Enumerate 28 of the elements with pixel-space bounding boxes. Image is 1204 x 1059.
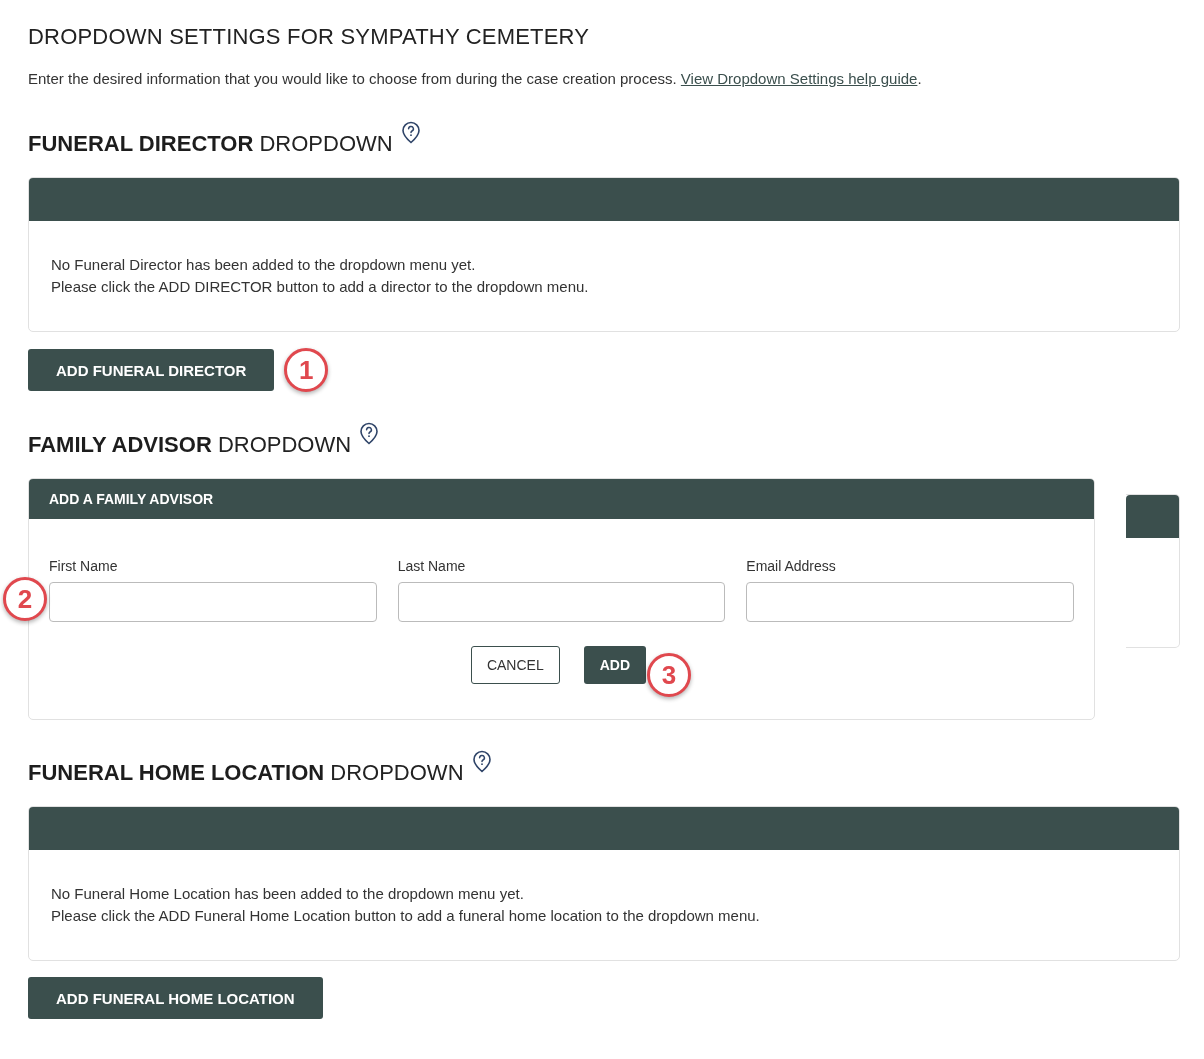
add-button[interactable]: ADD <box>583 646 647 684</box>
field-label: First Name <box>49 558 119 574</box>
help-icon[interactable] <box>359 422 380 446</box>
field-label: Last Name <box>397 558 467 574</box>
help-guide-link[interactable]: View Dropdown Settings help guide <box>680 70 918 87</box>
card-header <box>1126 495 1179 538</box>
empty-message: No Funeral Home Location has been added to the dropdown menu yet. <box>51 884 525 904</box>
section-title: FUNERAL HOME LOCATION DROPDOWN <box>28 760 464 786</box>
cancel-button[interactable]: CANCEL <box>470 646 560 684</box>
field-label: Email Address <box>746 558 837 574</box>
text-field[interactable] <box>397 582 726 622</box>
text-field[interactable] <box>746 582 1074 622</box>
step-callout: 3 <box>647 653 692 697</box>
add-button[interactable]: ADD FUNERAL HOME LOCATION <box>28 977 323 1019</box>
empty-message: Please click the ADD DIRECTOR button to add a director to the dropdown menu. <box>51 277 590 297</box>
page-title: DROPDOWN SETTINGS FOR SYMPATHY CEMETERY <box>28 24 591 50</box>
help-icon[interactable] <box>400 121 421 145</box>
step-callout: 2 <box>3 577 47 621</box>
empty-message: Please click the ADD Funeral Home Location button to add a funeral home location to the dropdown menu. <box>51 906 761 926</box>
text-field[interactable] <box>49 582 377 622</box>
section-title: FUNERAL DIRECTOR DROPDOWN <box>28 131 393 157</box>
empty-message: No Funeral Director has been added to the dropdown menu yet. <box>51 255 477 275</box>
help-icon[interactable] <box>471 750 492 774</box>
section-title: FAMILY ADVISOR DROPDOWN <box>28 432 352 458</box>
intro-text: Enter the desired information that you would like to choose from during the case creation process. View Dropdown Settings help guide. <box>28 70 923 87</box>
form-header: ADD A FAMILY ADVISOR <box>29 479 1094 519</box>
step-callout: 1 <box>284 348 329 392</box>
add-button[interactable]: ADD FUNERAL DIRECTOR <box>28 349 275 391</box>
